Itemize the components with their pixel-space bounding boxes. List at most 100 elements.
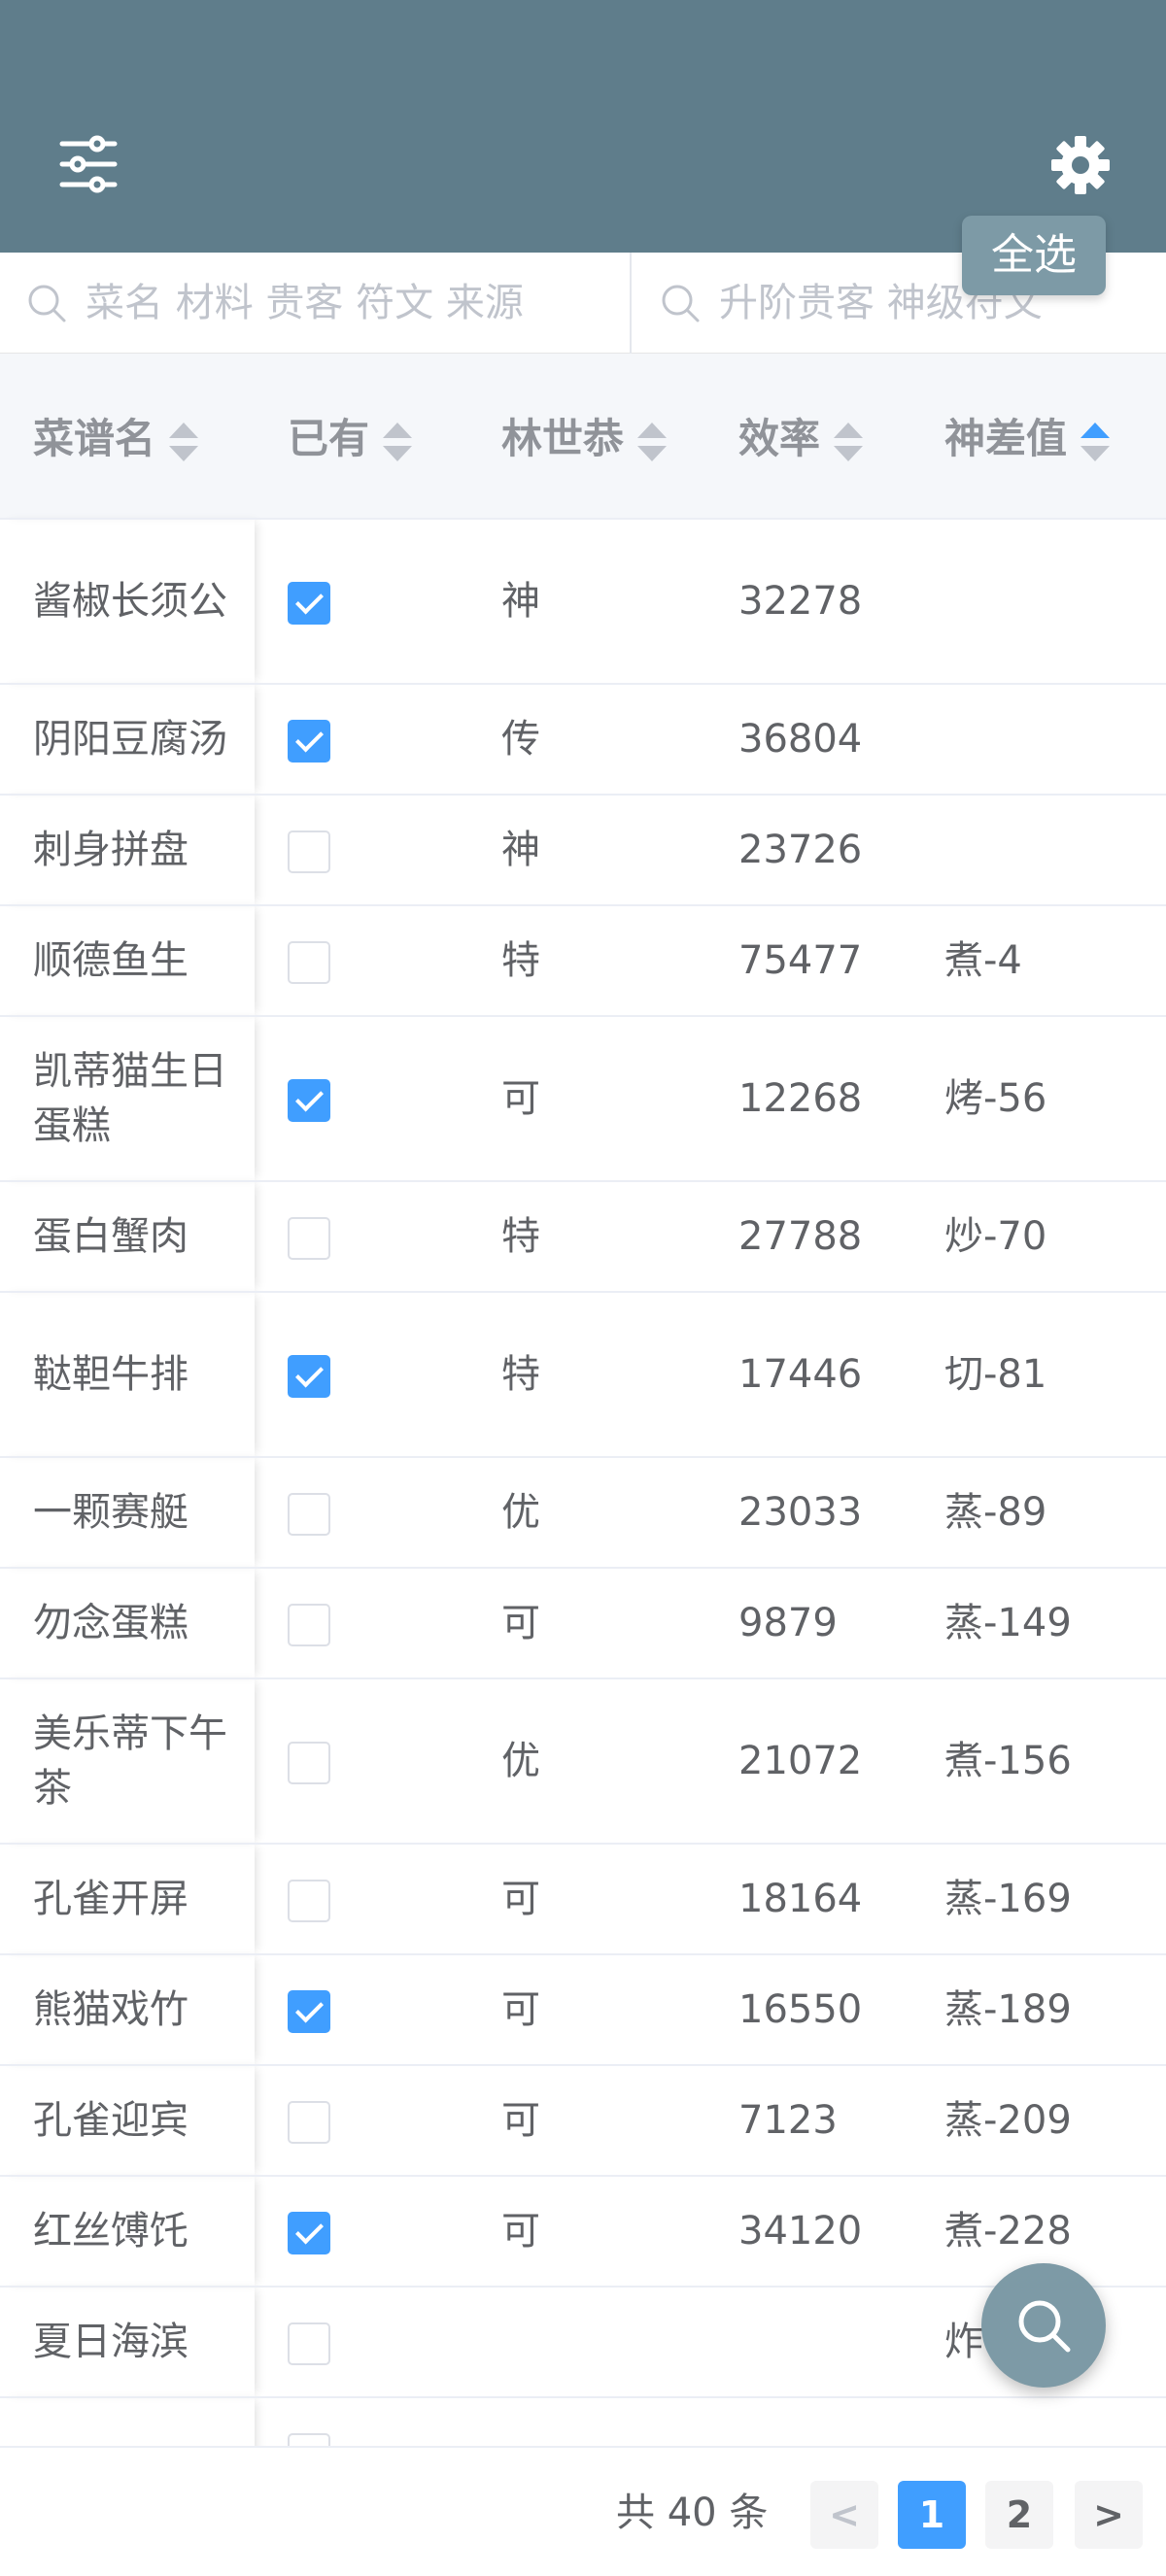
- owned-cell: [255, 1568, 468, 1679]
- owned-checkbox[interactable]: [288, 941, 330, 984]
- owned-cell: [255, 1181, 468, 1293]
- efficiency-cell: 23726: [705, 795, 911, 906]
- divine-diff-cell: 炒-70: [911, 1181, 1166, 1293]
- sort-icon[interactable]: [169, 422, 199, 461]
- efficiency-cell: 27788: [705, 1181, 911, 1293]
- owned-checkbox[interactable]: [288, 1217, 330, 1260]
- owned-checkbox[interactable]: [288, 1742, 330, 1784]
- table-row: 红丝馎饦可 34120 煮-228: [0, 2176, 1166, 2288]
- column-header-label: 神差值: [944, 415, 1068, 462]
- divine-diff-cell: 煮-4: [911, 905, 1166, 1017]
- divine-diff-cell: 蒸-149: [911, 1568, 1166, 1679]
- gear-icon[interactable]: [1049, 134, 1112, 196]
- select-all-button[interactable]: 全选: [962, 216, 1106, 295]
- search-icon: [28, 285, 66, 322]
- divine-diff-cell: 切-81: [911, 1292, 1166, 1458]
- owned-checkbox[interactable]: [288, 1493, 330, 1536]
- owned-checkbox[interactable]: [288, 1355, 330, 1398]
- table-row: 顺德鱼生 特 75477 煮-4: [0, 905, 1166, 1017]
- pagination: 共 40 条 < 1 2 >: [0, 2446, 1166, 2576]
- floating-search-button[interactable]: [981, 2263, 1106, 2388]
- chef-rank-cell: [468, 2287, 705, 2398]
- column-header-label: 菜谱名: [33, 415, 156, 462]
- divine-diff-cell: [911, 684, 1166, 796]
- sort-icon[interactable]: [383, 422, 413, 461]
- table-row: 孔雀开屏 可 18164 蒸-169: [0, 1844, 1166, 1955]
- table-row: 刺身拼盘 神 23726: [0, 795, 1166, 906]
- owned-checkbox[interactable]: [288, 830, 330, 873]
- owned-checkbox[interactable]: [288, 1880, 330, 1922]
- column-header-name[interactable]: 菜谱名: [0, 354, 255, 520]
- column-header-efficiency[interactable]: 效率: [705, 354, 911, 520]
- divine-diff-cell: 蒸-209: [911, 2065, 1166, 2177]
- table-row: 鞑靼牛排 特 17446 切-81: [0, 1292, 1166, 1458]
- chef-rank-cell: 可: [468, 1844, 705, 1955]
- chef-rank-cell: 特: [468, 1292, 705, 1458]
- owned-checkbox[interactable]: [288, 1604, 330, 1646]
- search-icon: [1018, 2300, 1071, 2353]
- recipe-search-input[interactable]: [86, 281, 591, 325]
- owned-checkbox[interactable]: [288, 720, 330, 763]
- filter-sliders-icon[interactable]: [58, 134, 119, 194]
- divine-diff-cell: [911, 795, 1166, 906]
- table-cell: [911, 2397, 1166, 2446]
- owned-cell: [255, 1016, 468, 1182]
- owned-cell: [255, 1292, 468, 1458]
- page-1-button[interactable]: 1: [898, 2481, 966, 2549]
- divine-diff-cell: 蒸-89: [911, 1457, 1166, 1569]
- column-header-divine-diff[interactable]: 神差值: [911, 354, 1166, 520]
- efficiency-cell: [705, 2287, 911, 2398]
- table-cell: [705, 2397, 911, 2446]
- search-icon: [662, 285, 700, 322]
- column-header-chef[interactable]: 林世恭: [468, 354, 705, 520]
- efficiency-cell: 23033: [705, 1457, 911, 1569]
- owned-cell: [255, 684, 468, 796]
- recipe-name-cell: 红丝馎饦: [0, 2176, 255, 2288]
- recipe-name-cell: 凯蒂猫生日蛋糕: [0, 1016, 255, 1182]
- table-row: [0, 2397, 1166, 2446]
- chef-rank-cell: 优: [468, 1678, 705, 1845]
- efficiency-cell: 12268: [705, 1016, 911, 1182]
- recipe-name-cell: 鞑靼牛排: [0, 1292, 255, 1458]
- owned-checkbox[interactable]: [288, 2212, 330, 2254]
- efficiency-cell: 36804: [705, 684, 911, 796]
- owned-checkbox[interactable]: [288, 582, 330, 625]
- efficiency-cell: 9879: [705, 1568, 911, 1679]
- table-header-row: 菜谱名 已有 林世恭 效率 神差值: [0, 354, 1166, 520]
- recipe-name-cell: 孔雀开屏: [0, 1844, 255, 1955]
- chef-rank-cell: 特: [468, 1181, 705, 1293]
- prev-page-button[interactable]: <: [810, 2481, 878, 2549]
- next-page-button[interactable]: >: [1075, 2481, 1143, 2549]
- app-header: [0, 0, 1166, 253]
- owned-cell: [255, 1678, 468, 1845]
- recipe-name-cell: 阴阳豆腐汤: [0, 684, 255, 796]
- chef-rank-cell: 可: [468, 1954, 705, 2066]
- recipe-name-cell: 刺身拼盘: [0, 795, 255, 906]
- owned-checkbox[interactable]: [288, 2101, 330, 2144]
- sort-icon[interactable]: [834, 422, 864, 461]
- owned-checkbox[interactable]: [288, 2433, 330, 2446]
- owned-checkbox[interactable]: [288, 2322, 330, 2365]
- table-cell: [468, 2397, 705, 2446]
- efficiency-cell: 16550: [705, 1954, 911, 2066]
- owned-checkbox[interactable]: [288, 1079, 330, 1122]
- sort-ascending-icon[interactable]: [1080, 422, 1111, 461]
- table-cell: [0, 2397, 255, 2446]
- efficiency-cell: 34120: [705, 2176, 911, 2288]
- table-row: 美乐蒂下午茶 优 21072 煮-156: [0, 1678, 1166, 1845]
- divine-diff-cell: 煮-156: [911, 1678, 1166, 1845]
- chef-rank-cell: 优: [468, 1457, 705, 1569]
- efficiency-cell: 21072: [705, 1678, 911, 1845]
- page-2-button[interactable]: 2: [985, 2481, 1053, 2549]
- owned-checkbox[interactable]: [288, 1990, 330, 2033]
- chef-rank-cell: 特: [468, 905, 705, 1017]
- owned-cell: [255, 2176, 468, 2288]
- column-header-owned[interactable]: 已有: [255, 354, 468, 520]
- owned-cell: [255, 519, 468, 685]
- table-row: 熊猫戏竹 可 16550 蒸-189: [0, 1954, 1166, 2066]
- recipe-table: 菜谱名 已有 林世恭 效率 神差值 酱椒长须公神 32278 阴阳豆腐汤传 36804…: [0, 354, 1166, 2446]
- owned-cell: [255, 2287, 468, 2398]
- owned-cell: [255, 905, 468, 1017]
- sort-icon[interactable]: [637, 422, 668, 461]
- recipe-name-cell: 顺德鱼生: [0, 905, 255, 1017]
